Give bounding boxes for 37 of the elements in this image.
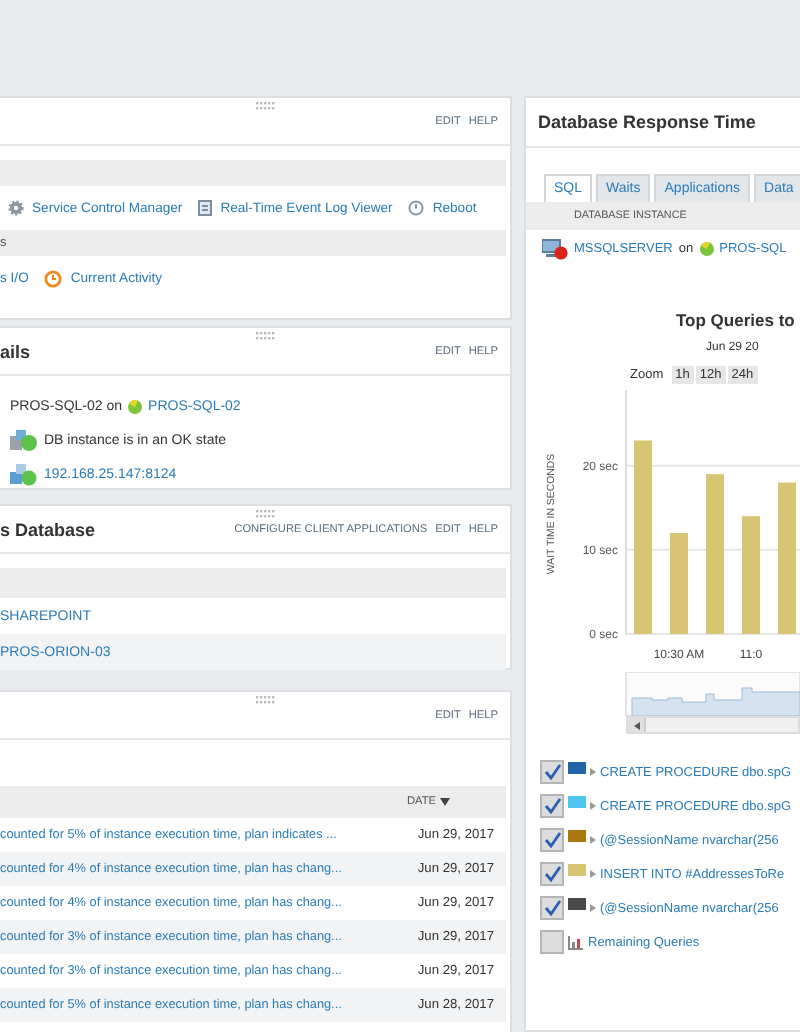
arrow-left-icon[interactable]	[633, 721, 639, 729]
drag-handle-icon[interactable]	[255, 332, 275, 340]
document-icon	[198, 200, 213, 216]
panel-title: ails	[0, 341, 31, 361]
power-icon	[408, 200, 425, 216]
sort-desc-icon	[440, 798, 450, 806]
checkbox[interactable]	[540, 862, 564, 886]
checkbox[interactable]	[540, 794, 564, 818]
drag-handle-icon[interactable]	[255, 696, 275, 704]
database-status-icon	[10, 429, 38, 451]
expand-arrow-icon[interactable]	[590, 904, 596, 912]
bar[interactable]	[706, 474, 724, 634]
chart-title: Top Queries to	[674, 310, 797, 330]
checkbox[interactable]	[540, 896, 564, 920]
status-dot-icon	[699, 241, 714, 255]
server-status-icon	[10, 463, 38, 485]
expand-arrow-icon[interactable]	[590, 836, 596, 844]
drag-handle-icon[interactable]	[255, 510, 275, 518]
panel-title: Database Response Time	[538, 112, 756, 132]
checkbox[interactable]	[540, 828, 564, 852]
server-alert-icon	[542, 237, 568, 259]
scrollbar[interactable]	[626, 716, 800, 734]
expand-arrow-icon[interactable]	[590, 870, 596, 878]
checkbox[interactable]	[540, 930, 564, 954]
gear-icon	[8, 200, 24, 216]
bar-chart-icon	[568, 935, 584, 949]
bar[interactable]	[778, 482, 796, 634]
drag-handle-icon[interactable]	[255, 102, 275, 110]
expand-arrow-icon[interactable]	[590, 768, 596, 776]
expand-arrow-icon[interactable]	[590, 802, 596, 810]
bar[interactable]	[634, 440, 652, 634]
status-dot-icon	[128, 399, 143, 413]
bar[interactable]	[670, 533, 688, 634]
bar[interactable]	[742, 516, 760, 634]
panel-title: s Database	[0, 519, 96, 539]
clock-icon	[44, 269, 63, 287]
checkbox[interactable]	[540, 760, 564, 784]
